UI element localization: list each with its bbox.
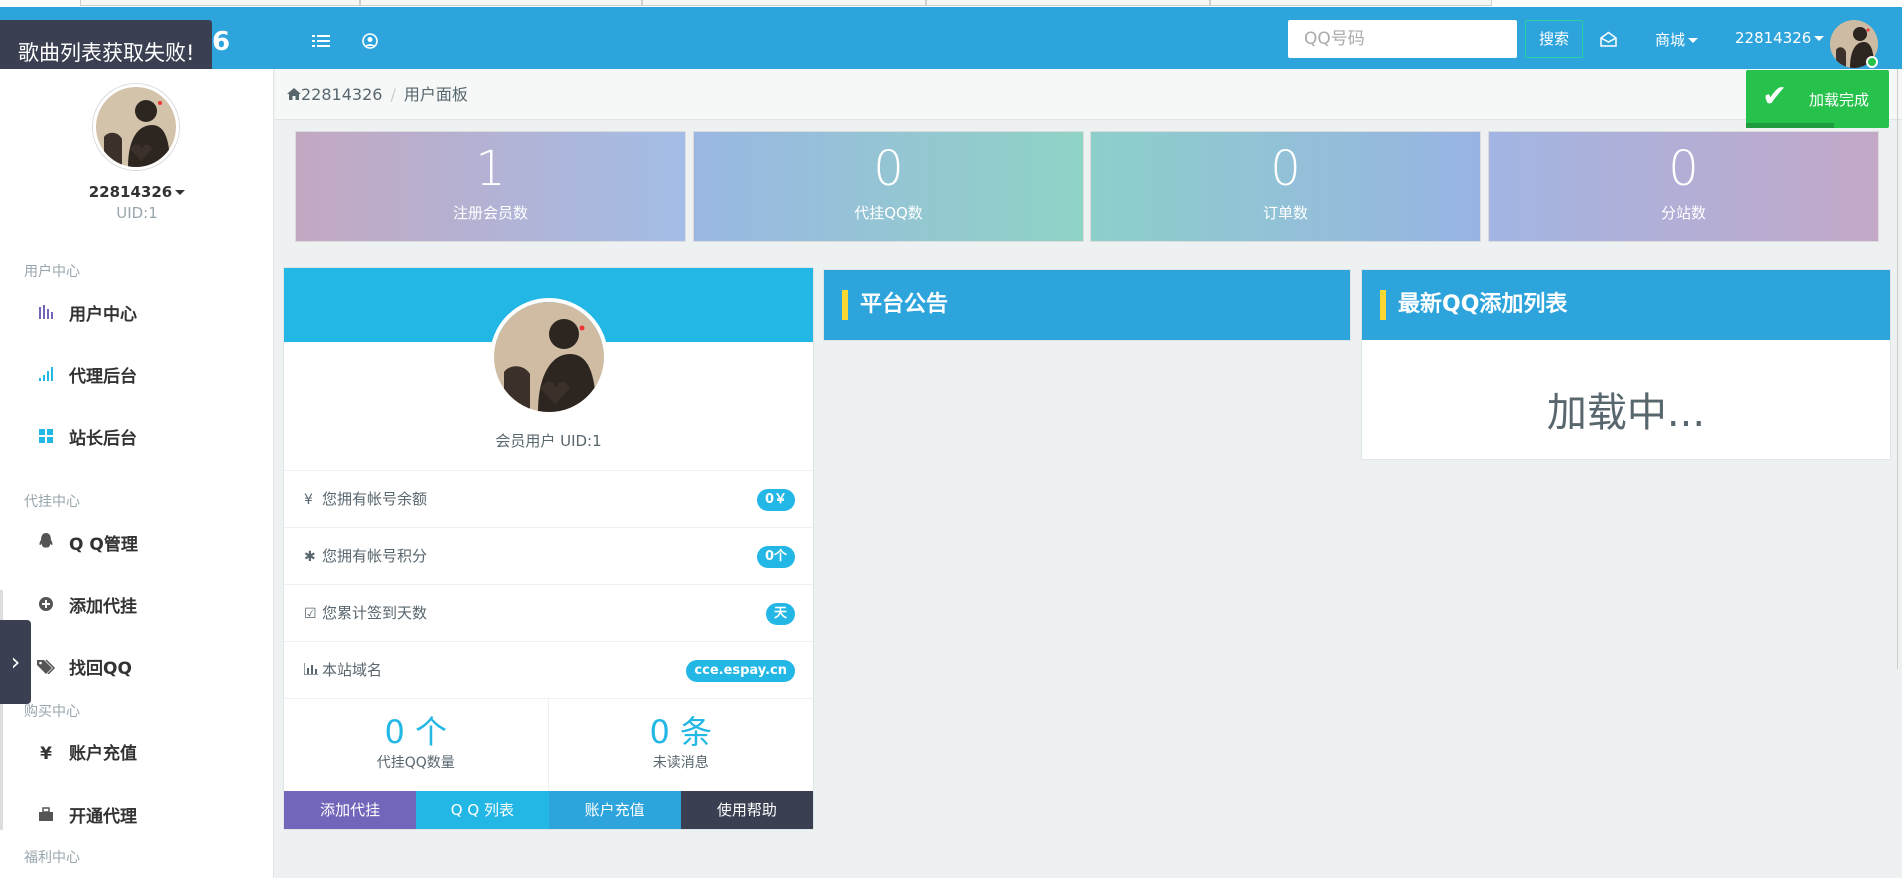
balance-badge: 0￥ xyxy=(756,489,795,511)
stat-value: 1 xyxy=(475,141,506,197)
online-status-dot xyxy=(1866,56,1878,68)
profile-stats: 0 个 代挂QQ数量 0 条 未读消息 xyxy=(284,698,813,793)
breadcrumb: 22814326 / 用户面板 xyxy=(275,69,1902,120)
stat-label: 代挂QQ数 xyxy=(854,204,923,222)
chevron-down-icon xyxy=(175,190,186,195)
sidebar-item-agent-backend[interactable]: 代理后台 xyxy=(34,362,137,387)
stat-label: 分站数 xyxy=(1660,204,1706,222)
stat-value: 0 xyxy=(1270,141,1301,197)
signal-icon xyxy=(34,366,58,387)
tags-icon xyxy=(34,658,58,679)
announcement-panel: 平台公告 xyxy=(823,269,1351,341)
sidebar-item-add-hosting[interactable]: 添加代挂 xyxy=(34,592,137,617)
hosted-qq-count-value: 0 个 xyxy=(384,713,448,751)
check-icon: ✔ xyxy=(1762,79,1788,114)
grid-icon xyxy=(34,428,58,449)
stat-value: 0 xyxy=(873,141,904,197)
sidebar-item-recover-qq[interactable]: 找回QQ xyxy=(34,654,132,679)
chevron-down-icon xyxy=(1688,38,1699,43)
sidebar: 22814326 UID:1 用户中心 用户中心 代理后台 站长后台 代挂中心 … xyxy=(0,69,274,878)
sidebar-item-admin-backend[interactable]: 站长后台 xyxy=(34,424,137,449)
toast-progress-bar xyxy=(1746,123,1834,128)
sidebar-avatar[interactable] xyxy=(93,84,179,170)
top-navbar: 6 QQ号码 搜索 商城 22814326 xyxy=(0,7,1902,69)
member-role: 会员用户 UID:1 xyxy=(495,432,602,450)
stat-tile-hosted-qq: 0 代挂QQ数 xyxy=(693,131,1084,242)
plus-circle-icon xyxy=(34,596,58,617)
menu-toggle-icon[interactable] xyxy=(312,33,330,52)
latest-qq-panel-header: 最新QQ添加列表 xyxy=(1362,270,1890,340)
profile-card: 会员用户 UID:1 ¥ 您拥有帐号余额 0￥ ✱ 您拥有帐号积分 0个 ☑ 您累计签… xyxy=(283,267,814,830)
brand-fragment: 6 xyxy=(212,27,231,57)
add-hosting-button[interactable]: 添加代挂 xyxy=(284,791,417,829)
nav-group-user-center: 用户中心 xyxy=(24,264,80,280)
hosted-qq-count: 0 个 代挂QQ数量 xyxy=(284,699,549,793)
title-accent-bar xyxy=(842,290,848,320)
recharge-button[interactable]: 账户充值 xyxy=(548,791,681,829)
briefcase-icon xyxy=(34,807,58,827)
sidebar-item-open-agent[interactable]: 开通代理 xyxy=(34,802,137,827)
envelope-open-icon[interactable] xyxy=(1600,31,1617,51)
bar-chart-icon xyxy=(34,304,58,325)
checkin-badge: 天 xyxy=(765,603,795,625)
sidebar-item-qq-manage[interactable]: Q Q管理 xyxy=(34,530,138,555)
stat-value: 0 xyxy=(1668,141,1699,197)
breadcrumb-current: 用户面板 xyxy=(403,85,468,104)
asterisk-icon: ✱ xyxy=(304,549,316,565)
domain-row: 本站域名 cce.espay.cn xyxy=(284,641,813,698)
stat-tile-substations: 0 分站数 xyxy=(1488,131,1879,242)
points-badge: 0个 xyxy=(756,546,795,568)
qq-search-input[interactable]: QQ号码 xyxy=(1288,20,1517,58)
latest-qq-panel: 最新QQ添加列表 加载中... xyxy=(1361,269,1891,460)
latest-qq-title: 最新QQ添加列表 xyxy=(1398,292,1568,317)
sidebar-username[interactable]: 22814326 xyxy=(0,183,274,201)
scrollbar-edge xyxy=(1897,69,1898,669)
profile-avatar xyxy=(490,298,608,416)
help-button[interactable]: 使用帮助 xyxy=(680,791,813,829)
sidebar-uid: UID:1 xyxy=(116,204,158,222)
browser-tab-strip xyxy=(0,0,1902,7)
nav-group-purchase-center: 购买中心 xyxy=(24,704,80,720)
announcement-title: 平台公告 xyxy=(860,292,949,317)
domain-badge: cce.espay.cn xyxy=(686,660,795,682)
search-button[interactable]: 搜索 xyxy=(1525,20,1583,58)
stat-label: 订单数 xyxy=(1262,204,1308,222)
chevron-right-icon: › xyxy=(10,648,21,676)
nav-group-welfare-center: 福利中心 xyxy=(24,850,80,866)
checkbox-icon: ☑ xyxy=(304,606,317,622)
yen-icon: ¥ xyxy=(304,492,313,508)
chevron-down-icon xyxy=(1814,36,1825,41)
qq-penguin-icon xyxy=(34,532,58,555)
nav-group-hosting-center: 代挂中心 xyxy=(24,494,80,510)
sidebar-item-user-center[interactable]: 用户中心 xyxy=(34,300,137,325)
unread-messages: 0 条 未读消息 xyxy=(549,699,814,793)
balance-row: ¥ 您拥有帐号余额 0￥ xyxy=(284,470,813,527)
loading-text: 加载中... xyxy=(1546,390,1706,436)
stat-label: 注册会员数 xyxy=(452,204,528,222)
home-icon[interactable] xyxy=(287,85,301,104)
yen-icon: ¥ xyxy=(40,744,52,764)
unread-messages-value: 0 条 xyxy=(649,713,713,751)
stat-tile-orders: 0 订单数 xyxy=(1090,131,1481,242)
breadcrumb-home[interactable]: 22814326 xyxy=(301,85,382,104)
sidebar-expand-toggle[interactable]: › xyxy=(0,620,31,704)
unread-messages-label: 未读消息 xyxy=(652,755,709,771)
sidebar-item-recharge[interactable]: ¥ 账户充值 xyxy=(34,739,137,764)
profile-actions: 添加代挂 Q Q 列表 账户充值 使用帮助 xyxy=(284,791,813,829)
title-accent-bar xyxy=(1380,290,1386,320)
success-toast-text: 加载完成 xyxy=(1809,91,1870,109)
success-toast: ✔ 加载完成 xyxy=(1746,70,1889,128)
breadcrumb-separator: / xyxy=(390,85,396,104)
user-dropdown[interactable]: 22814326 xyxy=(1735,29,1825,47)
checkin-row: ☑ 您累计签到天数 天 xyxy=(284,584,813,641)
hosted-qq-count-label: 代挂QQ数量 xyxy=(376,755,455,771)
announcement-panel-header: 平台公告 xyxy=(824,270,1350,340)
points-row: ✱ 您拥有帐号积分 0个 xyxy=(284,527,813,584)
qq-list-button[interactable]: Q Q 列表 xyxy=(416,791,549,829)
shop-dropdown[interactable]: 商城 xyxy=(1655,29,1699,50)
bar-chart-icon xyxy=(303,643,322,700)
stat-tile-members: 1 注册会员数 xyxy=(295,131,686,242)
user-circle-icon[interactable] xyxy=(362,33,378,53)
